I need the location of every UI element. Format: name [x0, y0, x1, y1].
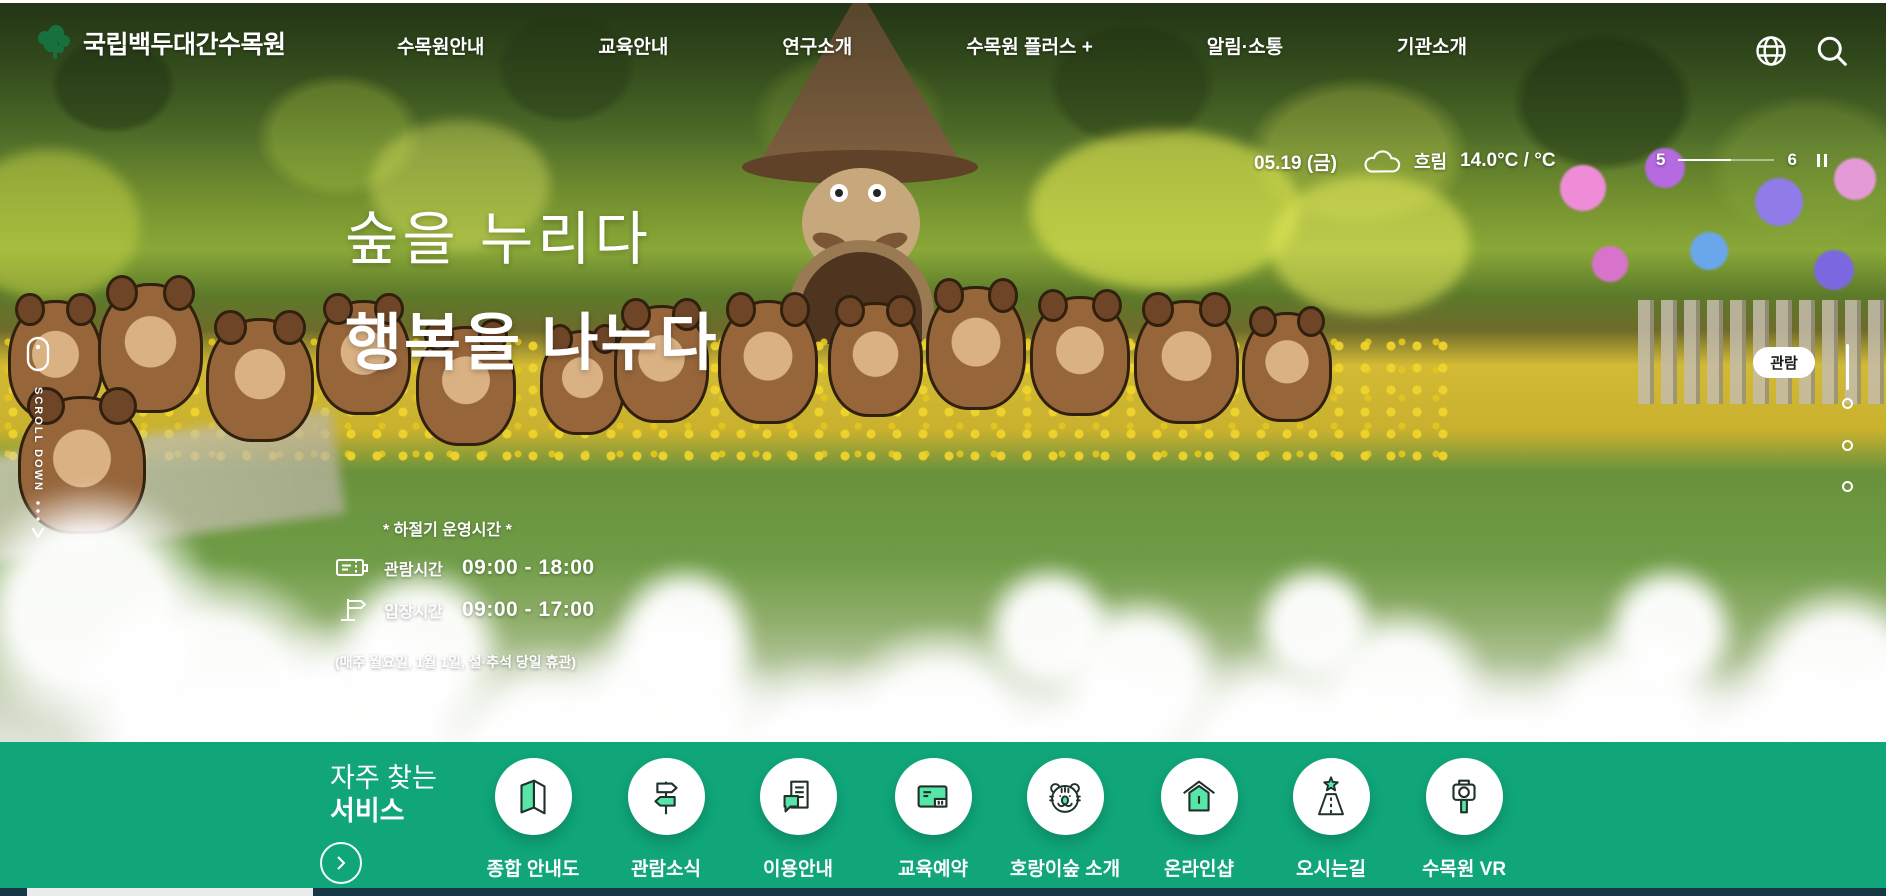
- services-heading-line2: 서비스: [330, 795, 437, 828]
- service-usage-info[interactable]: 이용안내: [732, 758, 864, 881]
- hero-title-line2: 행복을 나누다: [345, 292, 718, 382]
- logo-icon: [34, 23, 74, 63]
- entry-hours-row: 입장시간 09:00 - 17:00: [335, 596, 595, 624]
- viewing-hours-label: 관람시간: [384, 556, 462, 580]
- carousel-current: 5: [1656, 150, 1665, 170]
- pause-icon[interactable]: [1817, 154, 1827, 167]
- logo-text: 국립백두대간수목원: [83, 25, 286, 61]
- weather-date: 05.19 (금): [1254, 148, 1337, 175]
- closed-days-note: (매주 월요일, 1월 1일, 설·추석 당일 휴관): [335, 652, 595, 672]
- nav-item-arboretum-plus[interactable]: 수목원 플러스 +: [966, 32, 1093, 59]
- globe-icon[interactable]: [1753, 33, 1789, 69]
- carousel-progress-track: [1678, 159, 1774, 161]
- online-shop-icon: [1176, 774, 1222, 820]
- scroll-down-indicator: SCROLL DOWN: [22, 335, 54, 542]
- top-edge-line: [0, 0, 1886, 3]
- visit-news-icon: [643, 774, 689, 820]
- section-tooltip-viewing[interactable]: 관람: [1753, 347, 1815, 378]
- bottom-scroll-bar: [0, 888, 1886, 896]
- nav-item-research[interactable]: 연구소개: [782, 32, 852, 59]
- bottom-scroll-thumb[interactable]: [27, 888, 313, 896]
- search-icon[interactable]: [1814, 33, 1850, 69]
- carousel-total: 6: [1787, 150, 1796, 170]
- entry-hours-label: 입장시간: [384, 598, 462, 622]
- service-arboretum-vr[interactable]: 수목원 VR: [1398, 758, 1530, 881]
- vr-icon: [1441, 774, 1487, 820]
- banner-carousel-indicator: 5 6: [1656, 150, 1827, 170]
- weather-condition: 흐림: [1414, 148, 1447, 174]
- hours-title: * 하절기 운영시간 *: [383, 516, 595, 540]
- service-directions[interactable]: 오시는길: [1265, 758, 1397, 881]
- nav-item-arboretum-guide[interactable]: 수목원안내: [397, 32, 484, 59]
- service-visit-news[interactable]: 관람소식: [600, 758, 732, 881]
- hero-title: 숲을 누리다 행복을 나누다: [345, 192, 718, 382]
- mouse-scroll-icon: [24, 335, 52, 373]
- carousel-progress-fill: [1678, 159, 1731, 161]
- main-navigation: 수목원안내 교육안내 연구소개 수목원 플러스 + 알림·소통 기관소개: [397, 3, 1467, 87]
- hero-title-line1: 숲을 누리다: [345, 192, 718, 276]
- service-education-reservation[interactable]: 교육예약: [867, 758, 999, 881]
- tiger-forest-icon: [1042, 774, 1088, 820]
- services-heading: 자주 찾는 서비스: [330, 762, 437, 828]
- service-guide-map[interactable]: 종합 안내도: [467, 758, 599, 881]
- section-dot-1[interactable]: [1842, 398, 1853, 409]
- hero-background-image: [0, 0, 1886, 742]
- site-logo[interactable]: 국립백두대간수목원: [34, 23, 286, 63]
- weather-temperature: 14.0°C / °C: [1460, 150, 1555, 172]
- viewing-hours-value: 09:00 - 18:00: [462, 556, 595, 580]
- service-online-shop[interactable]: 온라인샵: [1133, 758, 1265, 881]
- viewing-hours-row: 관람시간 09:00 - 18:00: [335, 554, 595, 582]
- nav-item-about[interactable]: 기관소개: [1397, 32, 1467, 59]
- scroll-down-label: SCROLL DOWN: [32, 387, 44, 492]
- cloud-icon: [1363, 147, 1403, 175]
- directions-icon: [1308, 774, 1354, 820]
- guide-map-icon: [510, 774, 556, 820]
- service-tiger-forest[interactable]: 호랑이숲 소개: [999, 758, 1131, 881]
- signpost-icon: [335, 597, 369, 623]
- section-dot-2[interactable]: [1842, 440, 1853, 451]
- main-page: 국립백두대간수목원 수목원안내 교육안내 연구소개 수목원 플러스 + 알림·소…: [0, 0, 1886, 896]
- chevron-right-icon: [333, 855, 349, 871]
- nav-item-education-guide[interactable]: 교육안내: [598, 32, 668, 59]
- quick-services-section: 자주 찾는 서비스 종합 안내도: [0, 742, 1886, 888]
- weather-widget: 05.19 (금) 흐림 14.0°C / °C: [1254, 146, 1556, 176]
- site-header: 국립백두대간수목원 수목원안내 교육안내 연구소개 수목원 플러스 + 알림·소…: [0, 3, 1886, 87]
- scroll-arrow-down-icon: [31, 500, 45, 542]
- section-indicator-active: [1846, 344, 1849, 390]
- operating-hours: * 하절기 운영시간 * 관람시간 09:00 - 18:00 입장시간 09:…: [335, 516, 595, 672]
- services-next-button[interactable]: [320, 842, 362, 884]
- nav-item-news[interactable]: 알림·소통: [1207, 32, 1283, 59]
- services-heading-line1: 자주 찾는: [330, 762, 437, 795]
- ticket-icon: [335, 556, 369, 580]
- section-dot-3[interactable]: [1842, 481, 1853, 492]
- usage-info-icon: [775, 774, 821, 820]
- entry-hours-value: 09:00 - 17:00: [462, 598, 595, 622]
- education-reservation-icon: [910, 774, 956, 820]
